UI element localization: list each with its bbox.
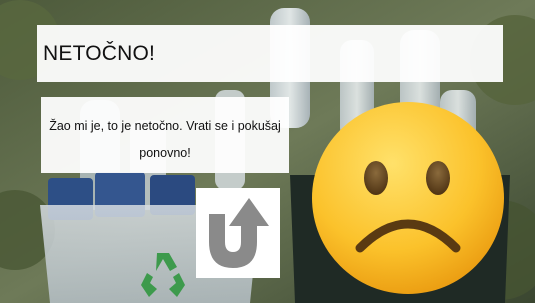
result-message: Žao mi je, to je netočno. Vrati se i pok…	[49, 119, 281, 160]
retry-button[interactable]	[196, 188, 280, 278]
result-title: NETOČNO!	[43, 41, 156, 65]
return-arrow-icon	[203, 192, 273, 274]
incorrect-answer-screen: NETOČNO! Žao mi je, to je netočno. Vrati…	[0, 0, 535, 303]
result-title-panel: NETOČNO!	[37, 25, 503, 82]
result-message-panel: Žao mi je, to je netočno. Vrati se i pok…	[41, 97, 289, 173]
sad-face-icon	[312, 102, 504, 294]
